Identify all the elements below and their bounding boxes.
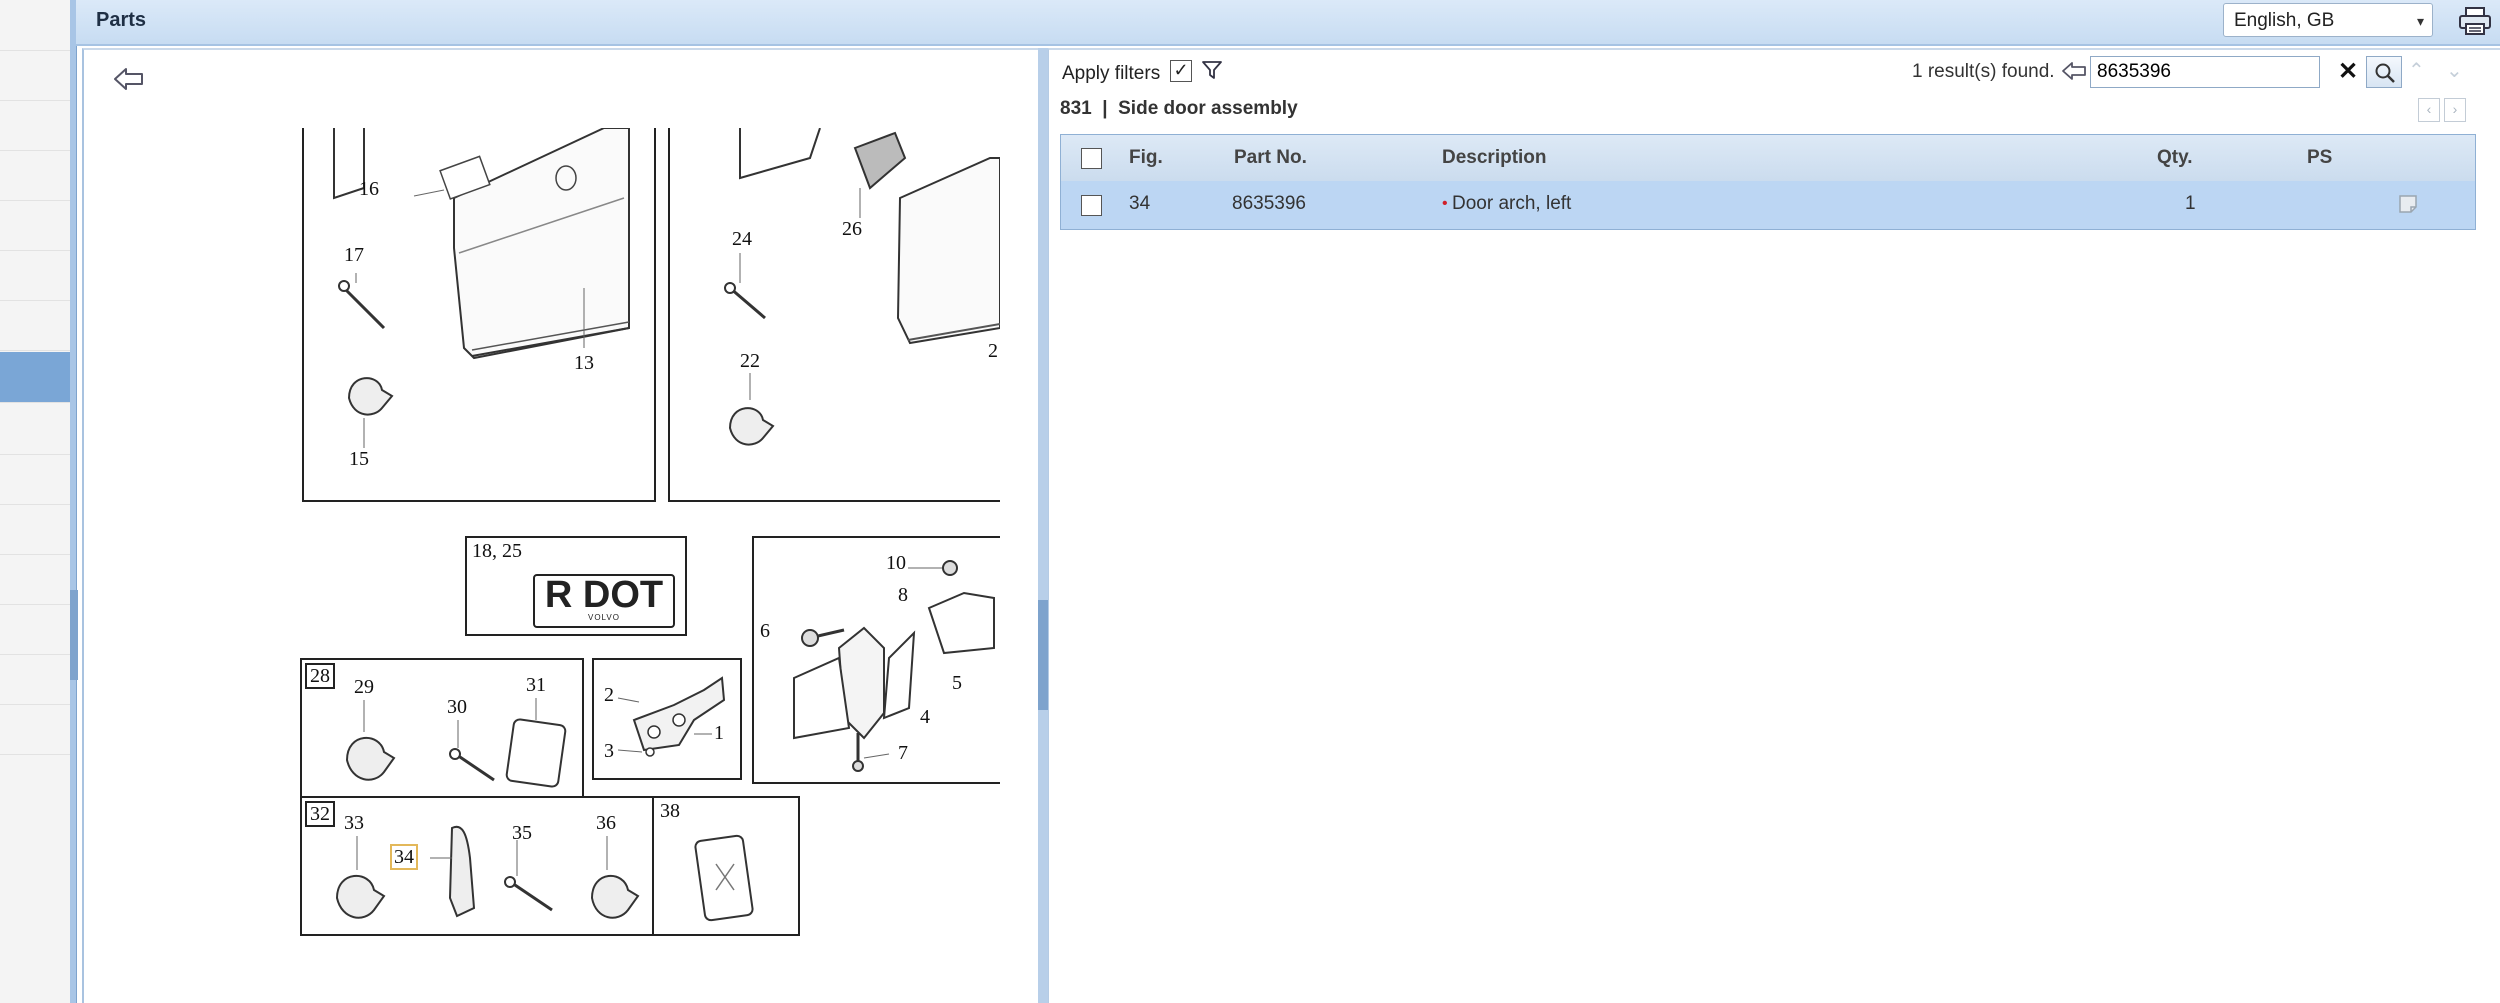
callout-6[interactable]: 6 bbox=[760, 620, 770, 643]
row-checkbox[interactable] bbox=[1081, 195, 1102, 216]
parts-table: Fig. Part No. Description Qty. PS 34 863… bbox=[1060, 134, 2476, 230]
rail-item[interactable] bbox=[0, 250, 70, 301]
splitter-handle[interactable] bbox=[1038, 600, 1048, 710]
callout-24[interactable]: 24 bbox=[732, 228, 752, 251]
rail-item[interactable] bbox=[0, 554, 70, 605]
part-search-input[interactable] bbox=[2090, 56, 2320, 88]
callout-4[interactable]: 4 bbox=[920, 706, 930, 729]
search-button[interactable] bbox=[2366, 56, 2402, 88]
callout-10[interactable]: 10 bbox=[886, 552, 906, 575]
row-qty: 1 bbox=[2185, 193, 2196, 214]
diagram-box-hinge: 10 8 6 5 4 7 bbox=[752, 536, 1000, 784]
chevron-left-icon[interactable]: ‹ bbox=[2418, 98, 2440, 122]
assembly-title: 831 | Side door assembly bbox=[1060, 98, 1298, 119]
rdot-label: R DOT VOLVO bbox=[533, 574, 675, 628]
rail-item[interactable] bbox=[0, 704, 70, 755]
close-icon[interactable]: ✕ bbox=[2338, 56, 2358, 88]
language-value: English, GB bbox=[2234, 10, 2335, 31]
callout-5[interactable]: 5 bbox=[952, 672, 962, 695]
callout-22[interactable]: 22 bbox=[740, 350, 760, 373]
chevron-up-icon[interactable]: ⌃ bbox=[2408, 58, 2425, 83]
diagram-box-door-right: 24 26 22 2 bbox=[668, 128, 1000, 502]
header-fig[interactable]: Fig. bbox=[1129, 135, 1163, 181]
rail-item[interactable] bbox=[0, 604, 70, 655]
previous-result-icon[interactable] bbox=[2060, 58, 2088, 84]
callout-30[interactable]: 30 bbox=[447, 696, 467, 719]
table-header: Fig. Part No. Description Qty. PS bbox=[1061, 135, 2475, 182]
callout-13[interactable]: 13 bbox=[574, 352, 594, 375]
page-title: Parts bbox=[96, 9, 147, 31]
header-qty[interactable]: Qty. bbox=[2157, 135, 2193, 181]
magnifier-icon bbox=[2375, 63, 2395, 83]
rail-item[interactable] bbox=[0, 504, 70, 555]
callout-17[interactable]: 17 bbox=[344, 244, 364, 267]
callout-26[interactable]: 26 bbox=[842, 218, 862, 241]
panel-splitter[interactable] bbox=[1038, 48, 1048, 1003]
callout-34-highlighted[interactable]: 34 bbox=[390, 844, 418, 870]
funnel-icon[interactable] bbox=[1200, 58, 1224, 82]
header-part-no[interactable]: Part No. bbox=[1234, 135, 1307, 181]
row-bullet: • bbox=[1442, 195, 1448, 212]
rail-item[interactable] bbox=[0, 0, 70, 51]
callout-18-25[interactable]: 18, 25 bbox=[472, 540, 522, 563]
rail-item[interactable] bbox=[0, 200, 70, 251]
diagram-box-38: 38 bbox=[652, 796, 800, 936]
callout-2-partial[interactable]: 2 bbox=[988, 340, 998, 363]
apply-filters-checkbox[interactable]: ✓ bbox=[1170, 60, 1192, 82]
header-ps[interactable]: PS bbox=[2307, 135, 2332, 181]
table-row[interactable]: 34 8635396 • Door arch, left 1 bbox=[1061, 181, 2475, 229]
callout-15[interactable]: 15 bbox=[349, 448, 369, 471]
row-fig: 34 bbox=[1129, 193, 1151, 214]
callout-7[interactable]: 7 bbox=[898, 742, 908, 765]
rail-item[interactable] bbox=[0, 100, 70, 151]
row-part-no: 8635396 bbox=[1232, 193, 1306, 214]
parts-header: Parts English, GB ▾ bbox=[76, 0, 2500, 46]
diagram-box-check-strap: 2 1 3 bbox=[592, 658, 742, 780]
diagram-box-28: 28 29 30 31 bbox=[300, 658, 584, 800]
rail-item[interactable] bbox=[0, 150, 70, 201]
diagram-box-rdot: 18, 25 R DOT VOLVO bbox=[465, 536, 687, 636]
callout-31[interactable]: 31 bbox=[526, 674, 546, 697]
select-all-checkbox[interactable] bbox=[1081, 148, 1102, 169]
chevron-right-icon[interactable]: › bbox=[2444, 98, 2466, 122]
row-description: Door arch, left bbox=[1452, 193, 1572, 214]
callout-36[interactable]: 36 bbox=[596, 812, 616, 835]
callout-35[interactable]: 35 bbox=[512, 822, 532, 845]
diagram-box-door-left: 16 17 13 15 bbox=[302, 128, 656, 502]
note-icon[interactable] bbox=[2397, 193, 2419, 215]
rail-item[interactable] bbox=[0, 454, 70, 505]
rail-item[interactable] bbox=[0, 404, 70, 455]
rail-item[interactable] bbox=[0, 50, 70, 101]
rail-collapse-handle[interactable] bbox=[70, 590, 78, 680]
apply-filters-label: Apply filters bbox=[1062, 63, 1161, 84]
diagram-box-32: 32 33 34 35 36 bbox=[300, 796, 656, 936]
rail-item[interactable] bbox=[0, 654, 70, 705]
chevron-down-icon: ▾ bbox=[2416, 13, 2424, 29]
callout-29[interactable]: 29 bbox=[354, 676, 374, 699]
exploded-parts-diagram: 16 17 13 15 24 26 22 2 18, 25 R DOT VOLV… bbox=[290, 128, 1000, 948]
rail-item-active[interactable] bbox=[0, 352, 70, 403]
results-count: 1 result(s) found. bbox=[1912, 61, 2055, 82]
chevron-down-icon[interactable]: ⌄ bbox=[2446, 58, 2463, 83]
callout-2[interactable]: 2 bbox=[604, 684, 614, 707]
left-navigation-rail bbox=[0, 0, 72, 1003]
callout-16[interactable]: 16 bbox=[359, 178, 379, 201]
rail-border bbox=[70, 0, 77, 1003]
callout-8[interactable]: 8 bbox=[898, 584, 908, 607]
header-description[interactable]: Description bbox=[1442, 135, 1547, 181]
callout-33[interactable]: 33 bbox=[344, 812, 364, 835]
rail-item[interactable] bbox=[0, 300, 70, 351]
language-select[interactable]: English, GB ▾ bbox=[2223, 3, 2433, 37]
callout-1[interactable]: 1 bbox=[714, 722, 724, 745]
callout-3[interactable]: 3 bbox=[604, 740, 614, 763]
printer-icon[interactable] bbox=[2456, 6, 2494, 36]
back-arrow-icon[interactable] bbox=[112, 64, 146, 94]
